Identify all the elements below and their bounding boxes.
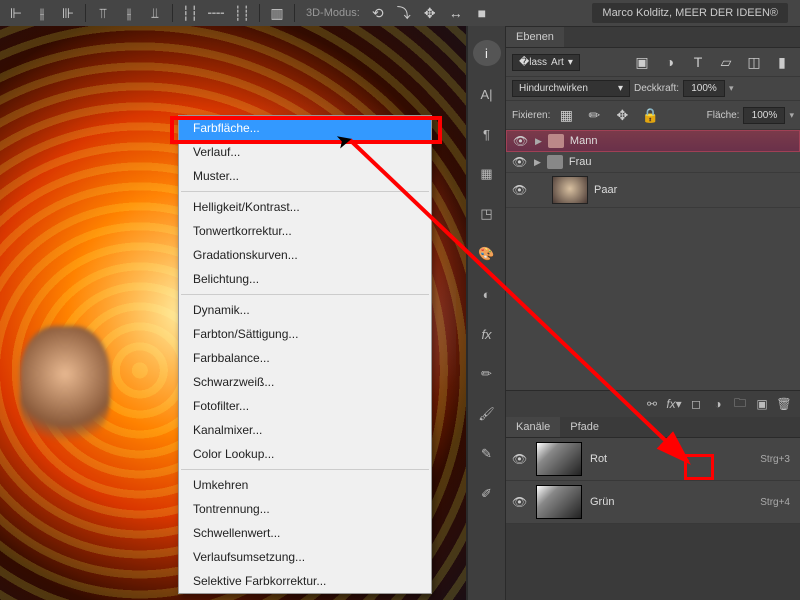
menu-item-threshold[interactable]: Schwellenwert... — [179, 521, 431, 545]
lock-transparent-icon[interactable]: ▦ — [554, 104, 578, 126]
lock-all-icon[interactable]: 🔒 — [638, 104, 662, 126]
scale3d-icon[interactable]: ■ — [470, 2, 494, 24]
menu-item-selective-color[interactable]: Selektive Farbkorrektur... — [179, 569, 431, 593]
channel-thumbnail — [536, 485, 582, 519]
menu-item-gradient-map[interactable]: Verlaufsumsetzung... — [179, 545, 431, 569]
brush-preset4-icon[interactable]: ✐ — [473, 482, 501, 506]
filter-shape-icon[interactable]: ▱ — [714, 51, 738, 73]
filter-smart-icon[interactable]: ◫ — [742, 51, 766, 73]
distribute-h-icon[interactable]: ┆┆ — [178, 2, 202, 24]
align-right-icon[interactable]: ⊪ — [56, 2, 80, 24]
mode3d-label: 3D-Modus: — [306, 7, 360, 19]
channel-row-red[interactable]: 👁 Rot Strg+3 — [506, 438, 800, 481]
align-center-icon[interactable]: ⫲ — [30, 2, 54, 24]
layers-panel: Ebenen �lass Art ▾ ▣ ◑ T ▱ ◫ ▮ Hindurchw… — [506, 26, 800, 417]
paragraph-panel-icon[interactable]: ¶ — [473, 122, 501, 146]
channels-panel: Kanäle Pfade 👁 Rot Strg+3 👁 Grün Strg+4 — [506, 417, 800, 524]
new-layer-icon[interactable]: ▣ — [752, 395, 772, 413]
layer-row-frau[interactable]: 👁 ▶ Frau — [506, 152, 800, 173]
link-layers-icon[interactable]: ⚯ — [642, 395, 662, 413]
filter-type-icon[interactable]: T — [686, 51, 710, 73]
layer-thumbnail — [552, 176, 588, 204]
auto-align-icon[interactable]: ▥ — [265, 2, 289, 24]
visibility-toggle-icon[interactable]: 👁 — [512, 183, 528, 197]
swatches-panel-icon[interactable]: ▦ — [473, 162, 501, 186]
opacity-label: Deckkraft: — [634, 83, 679, 94]
filter-pixel-icon[interactable]: ▣ — [630, 51, 654, 73]
channel-thumbnail — [536, 442, 582, 476]
menu-item-bw[interactable]: Schwarzweiß... — [179, 370, 431, 394]
layers-panel-footer: ⚯ fx▾ ◻ ◑ 🗀 ▣ 🗑 — [506, 390, 800, 417]
options-bar: ⊩ ⫲ ⊪ ⫪ ⫲ ⫫ ┆┆ ╌╌ ┊┊ ▥ 3D-Modus: ⟲ ⤵ ✥ ↔… — [0, 0, 800, 26]
filter-toggle-icon[interactable]: ▮ — [770, 51, 794, 73]
expand-icon[interactable]: ▶ — [535, 136, 542, 147]
lock-position-icon[interactable]: ✥ — [610, 104, 634, 126]
distribute-v-icon[interactable]: ╌╌ — [204, 2, 228, 24]
filter-adjust-icon[interactable]: ◑ — [658, 51, 682, 73]
layer-style-icon[interactable]: fx▾ — [664, 395, 684, 413]
menu-item-brightness[interactable]: Helligkeit/Kontrast... — [179, 195, 431, 219]
menu-item-color-lookup[interactable]: Color Lookup... — [179, 442, 431, 466]
menu-item-vibrance[interactable]: Dynamik... — [179, 298, 431, 322]
layer-row-paar[interactable]: 👁 Paar — [506, 173, 800, 208]
folder-icon — [548, 134, 564, 148]
lock-label: Fixieren: — [512, 110, 550, 121]
tab-layers[interactable]: Ebenen — [506, 27, 564, 47]
menu-item-channel-mixer[interactable]: Kanalmixer... — [179, 418, 431, 442]
visibility-toggle-icon[interactable]: 👁 — [512, 155, 528, 169]
orbit3d-icon[interactable]: ⟲ — [366, 2, 390, 24]
add-mask-icon[interactable]: ◻ — [686, 395, 706, 413]
menu-item-color-balance[interactable]: Farbbalance... — [179, 346, 431, 370]
menu-item-pattern[interactable]: Muster... — [179, 164, 431, 188]
menu-item-hue-sat[interactable]: Farbton/Sättigung... — [179, 322, 431, 346]
menu-item-invert[interactable]: Umkehren — [179, 473, 431, 497]
layer-row-mann[interactable]: 👁 ▶ Mann — [506, 130, 800, 152]
fill-input[interactable]: 100% — [743, 107, 785, 124]
character-panel-icon[interactable]: A| — [473, 82, 501, 106]
brush-preset3-icon[interactable]: ✎ — [473, 442, 501, 466]
menu-item-levels[interactable]: Tonwertkorrektur... — [179, 219, 431, 243]
menu-item-curves[interactable]: Gradationskurven... — [179, 243, 431, 267]
new-adjustment-layer-icon[interactable]: ◑ — [708, 395, 728, 413]
author-badge: Marco Kolditz, MEER DER IDEEN® — [592, 3, 788, 23]
styles-panel-icon[interactable]: fx — [473, 322, 501, 346]
visibility-toggle-icon[interactable]: 👁 — [513, 134, 529, 148]
visibility-toggle-icon[interactable]: 👁 — [512, 495, 528, 509]
channel-row-green[interactable]: 👁 Grün Strg+4 — [506, 481, 800, 524]
lock-pixels-icon[interactable]: ✏ — [582, 104, 606, 126]
new-group-icon[interactable]: 🗀 — [730, 395, 750, 413]
pan3d-icon[interactable]: ✥ — [418, 2, 442, 24]
collapsed-panel-strip: i A| ¶ ▦ ◳ 🎨 ◐ fx ✏ 🖌 ✎ ✐ — [468, 26, 506, 600]
adjustments-panel-icon[interactable]: ◐ — [473, 282, 501, 306]
tab-paths[interactable]: Pfade — [560, 417, 609, 437]
tab-channels[interactable]: Kanäle — [506, 417, 560, 437]
align-bottom-icon[interactable]: ⫫ — [143, 2, 167, 24]
visibility-toggle-icon[interactable]: 👁 — [512, 452, 528, 466]
align-vmid-icon[interactable]: ⫲ — [117, 2, 141, 24]
expand-icon[interactable]: ▶ — [534, 157, 541, 168]
roll3d-icon[interactable]: ⤵ — [392, 2, 416, 24]
blend-mode-select[interactable]: Hindurchwirken ▾ — [512, 80, 630, 97]
annotation-highlight-menu — [170, 116, 442, 144]
brush-preset1-icon[interactable]: ✏ — [473, 362, 501, 386]
align-left-icon[interactable]: ⊩ — [4, 2, 28, 24]
folder-icon — [547, 155, 563, 169]
opacity-input[interactable]: 100% — [683, 80, 725, 97]
layer-filter-type[interactable]: �lass Art ▾ — [512, 54, 580, 71]
info-panel-icon[interactable]: i — [473, 40, 501, 66]
annotation-highlight-button — [684, 454, 714, 480]
menu-item-posterize[interactable]: Tontrennung... — [179, 497, 431, 521]
menu-item-photofilter[interactable]: Fotofilter... — [179, 394, 431, 418]
slide3d-icon[interactable]: ↔ — [444, 2, 468, 24]
distribute-3-icon[interactable]: ┊┊ — [230, 2, 254, 24]
adjustment-layer-context-menu: Farbfläche... Verlauf... Muster... Helli… — [178, 115, 432, 594]
align-top-icon[interactable]: ⫪ — [91, 2, 115, 24]
color-panel-icon[interactable]: 🎨 — [473, 242, 501, 266]
fill-label: Fläche: — [707, 110, 740, 121]
navigator-panel-icon[interactable]: ◳ — [473, 202, 501, 226]
brush-preset2-icon[interactable]: 🖌 — [473, 402, 501, 426]
delete-layer-icon[interactable]: 🗑 — [774, 395, 794, 413]
menu-item-exposure[interactable]: Belichtung... — [179, 267, 431, 291]
